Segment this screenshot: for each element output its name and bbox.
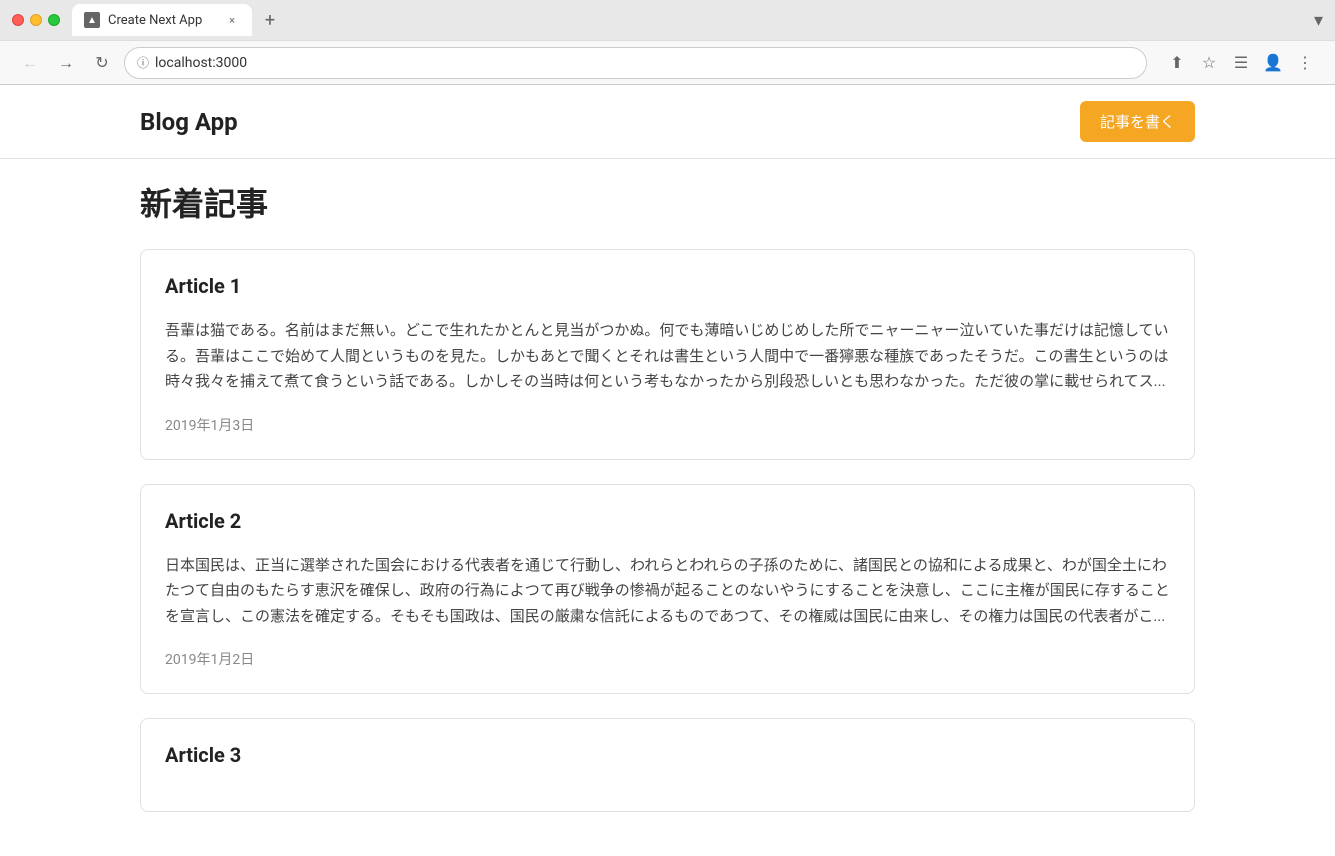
toolbar-icons: ⬆ ☆ ☰ 👤 ⋮ — [1163, 49, 1319, 77]
secure-icon: ⓘ — [137, 54, 149, 71]
reload-button[interactable]: ↻ — [88, 49, 116, 77]
section-title: 新着記事 — [140, 179, 1195, 225]
page-header: Blog App 記事を書く — [0, 85, 1335, 159]
browser-titlebar: ▲ Create Next App × + ▾ — [0, 0, 1335, 40]
active-tab[interactable]: ▲ Create Next App × — [72, 4, 252, 36]
article-body: 吾輩は猫である。名前はまだ無い。どこで生れたかとんと見当がつかぬ。何でも薄暗いじ… — [165, 318, 1170, 395]
url-text: localhost:3000 — [155, 55, 247, 71]
new-tab-button[interactable]: + — [256, 6, 284, 34]
minimize-window-button[interactable] — [30, 14, 42, 26]
page-content: 新着記事 Article 1 吾輩は猫である。名前はまだ無い。どこで生れたかとん… — [0, 159, 1335, 856]
tab-favicon: ▲ — [84, 12, 100, 28]
article-date: 2019年1月2日 — [165, 649, 1170, 669]
browser-dropdown-button[interactable]: ▾ — [1314, 10, 1323, 31]
article-title: Article 1 — [165, 274, 1170, 298]
article-title: Article 2 — [165, 509, 1170, 533]
article-card: Article 3 — [140, 718, 1195, 812]
write-article-button[interactable]: 記事を書く — [1080, 101, 1195, 142]
article-title: Article 3 — [165, 743, 1170, 767]
share-icon[interactable]: ⬆ — [1163, 49, 1191, 77]
article-body: 日本国民は、正当に選挙された国会における代表者を通じて行動し、われらとわれらの子… — [165, 553, 1170, 630]
browser-chrome: ▲ Create Next App × + ▾ ← → ↻ ⓘ localhos… — [0, 0, 1335, 85]
maximize-window-button[interactable] — [48, 14, 60, 26]
bookmark-icon[interactable]: ☆ — [1195, 49, 1223, 77]
forward-button[interactable]: → — [52, 49, 80, 77]
brand-title: Blog App — [140, 108, 238, 136]
traffic-lights — [12, 14, 60, 26]
article-card: Article 1 吾輩は猫である。名前はまだ無い。どこで生れたかとんと見当がつ… — [140, 249, 1195, 460]
article-date: 2019年1月3日 — [165, 415, 1170, 435]
back-button[interactable]: ← — [16, 49, 44, 77]
profile-icon[interactable]: 👤 — [1259, 49, 1287, 77]
close-window-button[interactable] — [12, 14, 24, 26]
article-card: Article 2 日本国民は、正当に選挙された国会における代表者を通じて行動し… — [140, 484, 1195, 695]
url-bar[interactable]: ⓘ localhost:3000 — [124, 47, 1147, 79]
address-bar: ← → ↻ ⓘ localhost:3000 ⬆ ☆ ☰ 👤 ⋮ — [0, 40, 1335, 84]
menu-icon[interactable]: ⋮ — [1291, 49, 1319, 77]
tab-title: Create Next App — [108, 13, 216, 28]
tab-close-button[interactable]: × — [224, 12, 240, 28]
tab-bar: ▲ Create Next App × + — [72, 4, 1314, 36]
reader-view-icon[interactable]: ☰ — [1227, 49, 1255, 77]
